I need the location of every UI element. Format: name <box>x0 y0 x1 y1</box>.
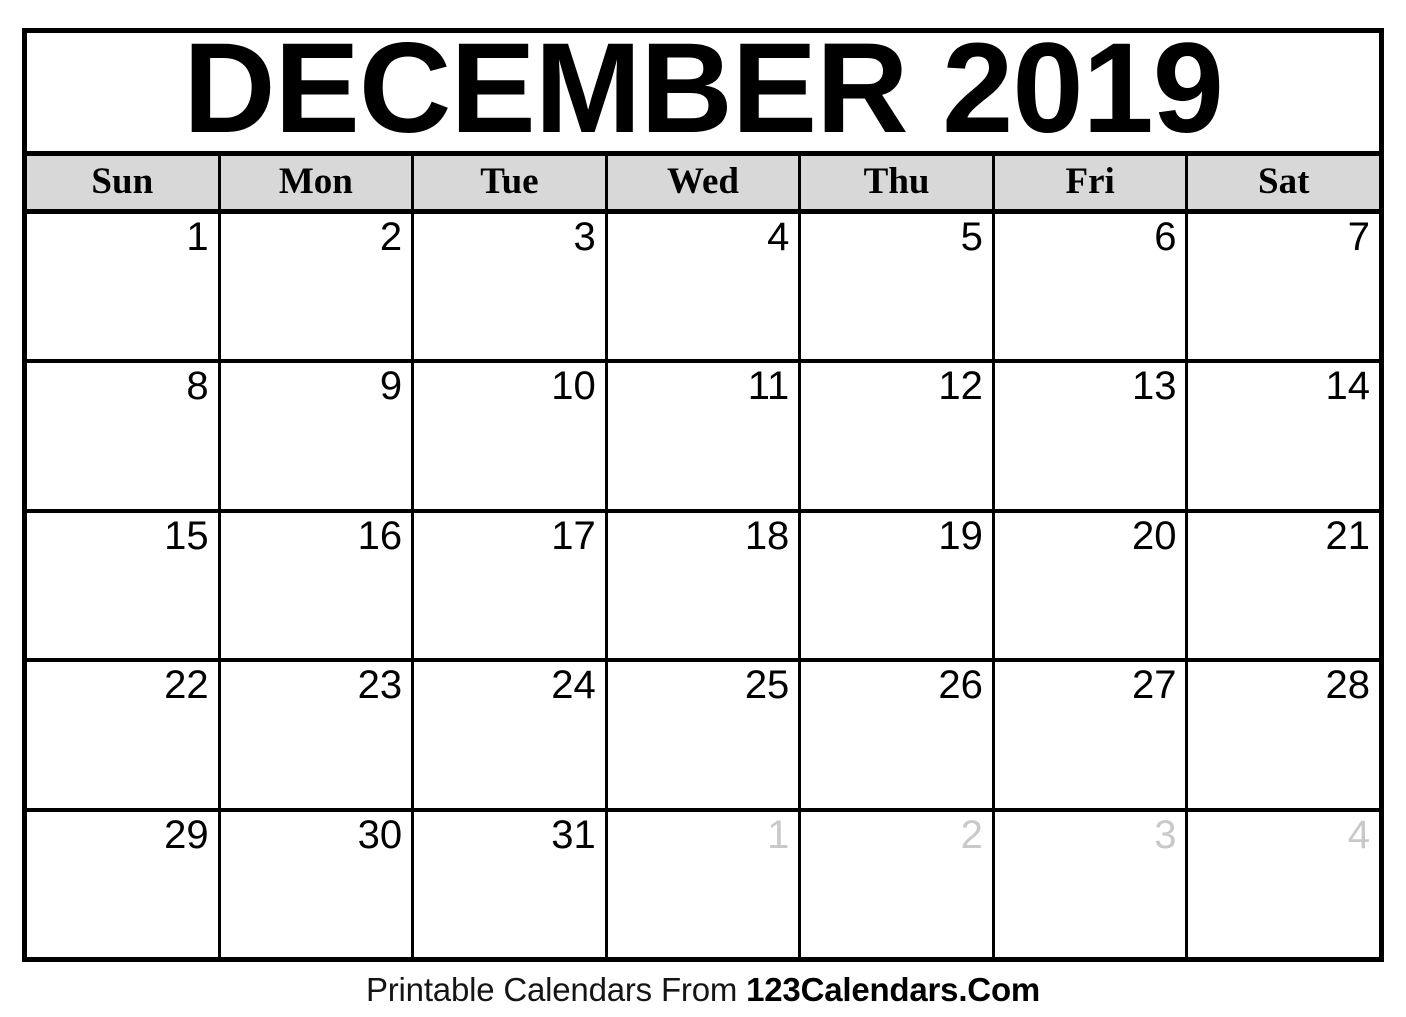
footer-brand-link[interactable]: 123Calendars.Com <box>746 971 1040 1008</box>
day-cell[interactable]: 10 <box>414 363 608 509</box>
week-row: 29 30 31 1 2 3 4 <box>27 811 1380 958</box>
week-row: 1 2 3 4 5 6 7 <box>27 214 1380 364</box>
day-cell[interactable]: 19 <box>801 512 995 659</box>
day-cell[interactable]: 26 <box>801 662 995 808</box>
weekday-label: Tue <box>480 161 539 202</box>
day-number: 4 <box>1347 812 1371 857</box>
day-cell[interactable]: 30 <box>220 811 415 958</box>
day-cell[interactable]: 21 <box>1188 512 1380 659</box>
weekday-label: Thu <box>863 161 930 202</box>
calendar-title-band: DECEMBER 2019 <box>27 33 1379 156</box>
footer-prefix: Printable Calendars From <box>365 971 747 1008</box>
calendar-weeks: 1 2 3 4 5 6 7 8 9 10 11 12 13 14 15 16 17 18 19 20 21 22 23 24 2… <box>27 214 1380 958</box>
day-cell[interactable]: 18 <box>607 512 802 659</box>
day-cell[interactable]: 15 <box>27 512 221 659</box>
day-number: 1 <box>767 812 790 857</box>
weekday-label: Sun <box>91 161 154 202</box>
day-cell[interactable]: 27 <box>994 662 1189 808</box>
week-row: 8 9 10 11 12 13 14 <box>27 363 1380 513</box>
calendar-table: DECEMBER 2019 Sun Mon Tue Wed Thu Fri Sat 1234… <box>22 28 1384 962</box>
weekday-header-cell: Tue <box>414 156 608 209</box>
weekday-header-cell: Thu <box>801 156 995 209</box>
day-number: 26 <box>938 663 983 708</box>
day-number: 14 <box>1325 364 1371 409</box>
day-number: 23 <box>357 663 403 708</box>
weekday-header-cell: Sat <box>1188 156 1380 209</box>
day-number: 31 <box>551 812 596 857</box>
day-number: 3 <box>573 215 596 259</box>
calendar-page: DECEMBER 2019 Sun Mon Tue Wed Thu Fri Sat 1234… <box>0 0 1406 1017</box>
day-cell[interactable]: 3 <box>994 811 1189 958</box>
weekday-header-cell: Sun <box>27 156 221 209</box>
day-cell[interactable]: 22 <box>27 662 221 808</box>
day-cell[interactable]: 3 <box>414 214 608 360</box>
day-number: 7 <box>1347 215 1371 259</box>
day-number: 25 <box>744 663 790 708</box>
day-number: 5 <box>960 215 983 259</box>
day-cell[interactable]: 29 <box>27 811 221 958</box>
day-cell[interactable]: 6 <box>994 214 1189 360</box>
weekday-label: Mon <box>278 161 353 202</box>
day-cell[interactable]: 16 <box>220 512 415 659</box>
day-number: 6 <box>1154 215 1177 259</box>
day-cell[interactable]: 25 <box>607 662 802 808</box>
week-row: 15 16 17 18 19 20 21 <box>27 512 1380 663</box>
day-cell[interactable]: 28 <box>1188 662 1380 808</box>
day-number: 2 <box>960 812 983 857</box>
day-number: 8 <box>186 364 209 409</box>
day-cell[interactable]: 17 <box>414 512 608 659</box>
day-number: 22 <box>164 663 209 708</box>
day-number: 1 <box>186 215 209 259</box>
weekday-header-cell: Fri <box>994 156 1189 209</box>
day-number: 27 <box>1131 663 1177 708</box>
day-number: 2 <box>379 215 403 259</box>
day-number: 29 <box>164 812 209 857</box>
day-cell[interactable]: 24 <box>414 662 608 808</box>
weekday-header-cell: Wed <box>607 156 802 209</box>
day-cell[interactable]: 1 <box>27 214 221 360</box>
day-cell[interactable]: 8 <box>27 363 221 509</box>
day-cell[interactable]: 4 <box>1188 811 1380 958</box>
weekday-label: Fri <box>1065 161 1115 202</box>
page-title: DECEMBER 2019 <box>183 33 1224 156</box>
day-cell[interactable]: 14 <box>1188 363 1380 509</box>
day-number: 20 <box>1131 513 1177 558</box>
day-cell[interactable]: 2 <box>220 214 415 360</box>
day-cell[interactable]: 20 <box>994 512 1189 659</box>
day-number: 19 <box>938 513 983 558</box>
day-cell[interactable]: 4 <box>607 214 802 360</box>
day-number: 9 <box>379 364 403 409</box>
day-cell[interactable]: 31 <box>414 811 608 958</box>
weekday-label: Wed <box>667 161 739 202</box>
day-number: 11 <box>747 364 790 409</box>
day-number: 16 <box>357 513 403 558</box>
footer: Printable Calendars From 123Calendars.Co… <box>0 962 1406 1017</box>
day-number: 15 <box>164 513 209 558</box>
day-number: 17 <box>551 513 596 558</box>
day-number: 3 <box>1154 812 1177 857</box>
day-cell[interactable]: 13 <box>994 363 1189 509</box>
week-row: 22 23 24 25 26 27 28 <box>27 662 1380 812</box>
weekday-label: Sat <box>1258 161 1310 202</box>
day-number: 13 <box>1131 364 1177 409</box>
day-number: 28 <box>1325 663 1371 708</box>
day-cell[interactable]: 11 <box>607 363 802 509</box>
day-number: 4 <box>767 215 790 259</box>
day-cell[interactable]: 2 <box>801 811 995 958</box>
day-cell[interactable]: 5 <box>801 214 995 360</box>
footer-text: Printable Calendars From 123Calendars.Co… <box>366 973 1040 1006</box>
day-cell[interactable]: 12 <box>801 363 995 509</box>
day-number: 30 <box>357 812 403 857</box>
day-number: 24 <box>551 663 596 708</box>
day-number: 21 <box>1325 513 1371 558</box>
day-number: 12 <box>938 364 983 409</box>
day-cell[interactable]: 23 <box>220 662 415 808</box>
day-number: 10 <box>551 364 596 409</box>
day-cell[interactable]: 9 <box>220 363 415 509</box>
day-number: 18 <box>744 513 790 558</box>
weekday-header-cell: Mon <box>220 156 415 209</box>
day-cell[interactable]: 1 <box>607 811 802 958</box>
day-cell[interactable]: 7 <box>1188 214 1380 360</box>
weekday-header-row: Sun Mon Tue Wed Thu Fri Sat <box>27 156 1380 214</box>
